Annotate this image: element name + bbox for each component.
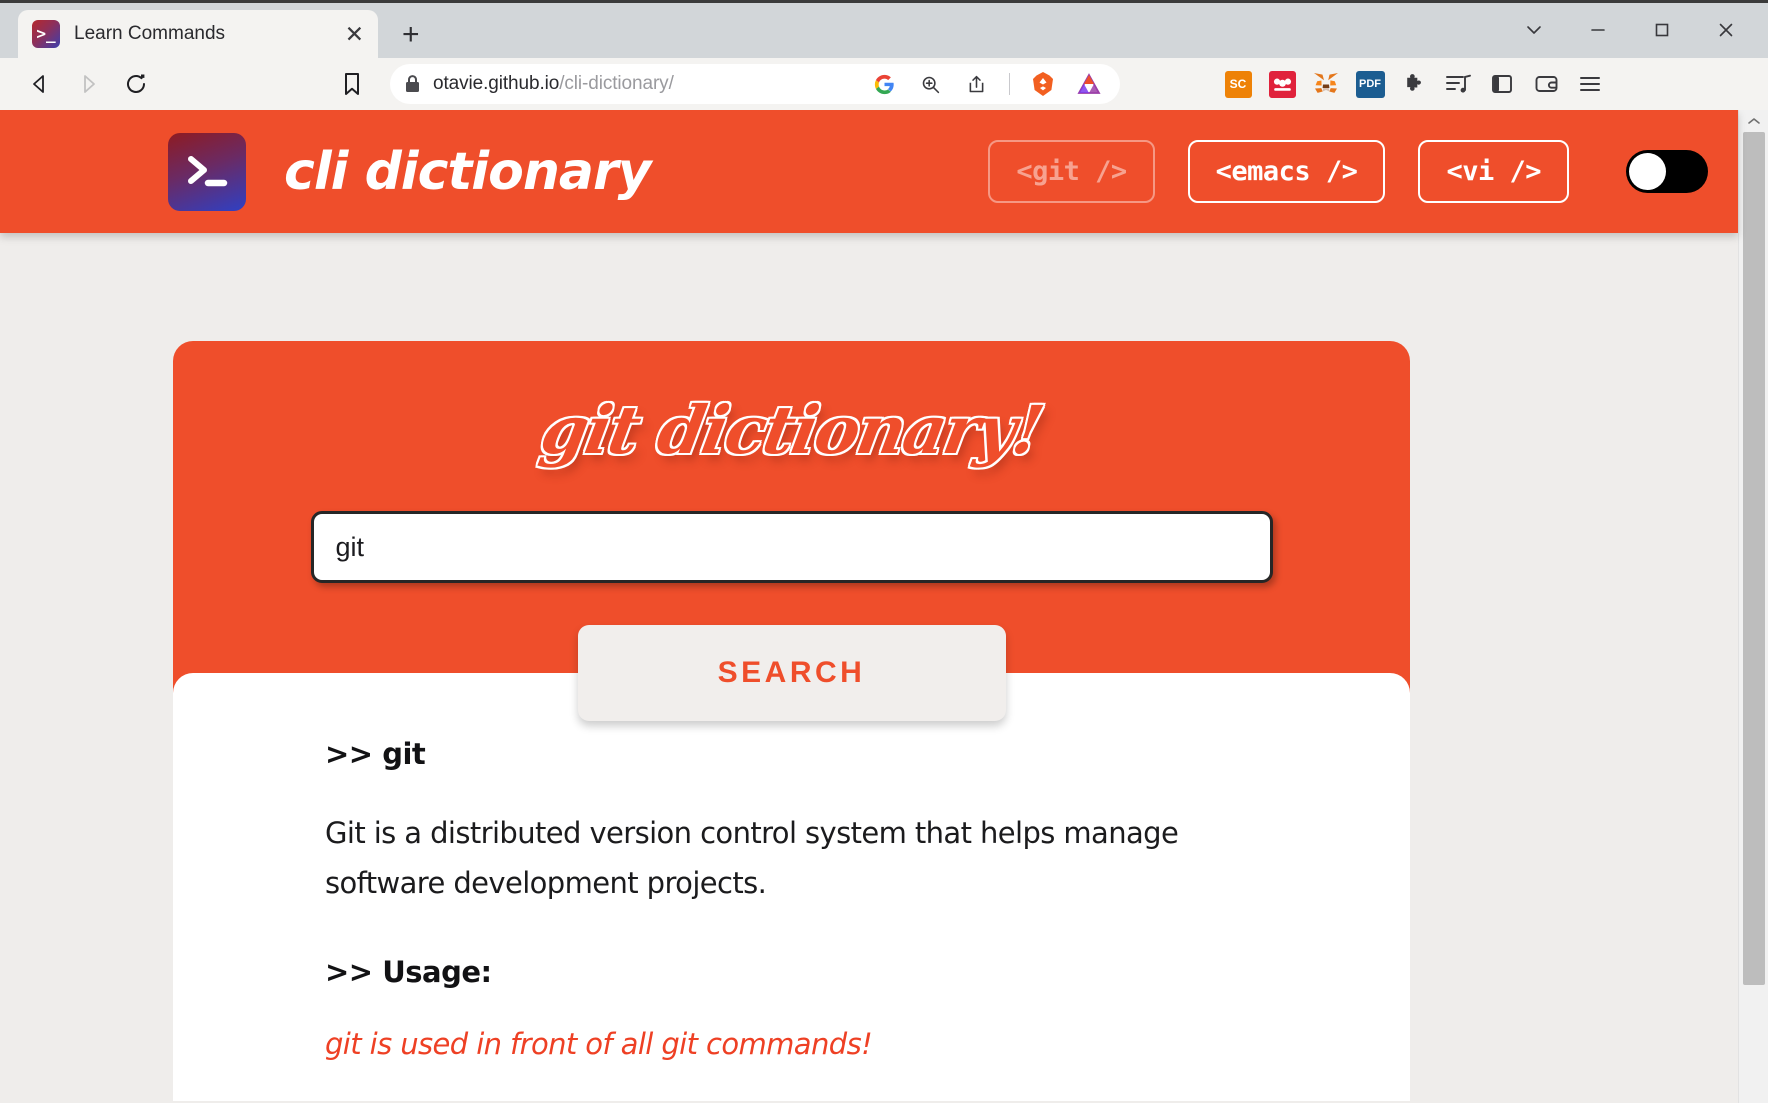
minimize-icon[interactable]: [1566, 9, 1630, 51]
reload-icon[interactable]: [112, 64, 160, 104]
result-panel: >> git Git is a distributed version cont…: [173, 673, 1410, 1101]
result-description: Git is a distributed version control sys…: [325, 816, 1179, 900]
terminal-logo-icon[interactable]: [168, 132, 246, 211]
wallet-icon[interactable]: [1524, 64, 1568, 104]
tab-title: Learn Commands: [74, 23, 226, 44]
extensions-puzzle-icon[interactable]: [1392, 64, 1436, 104]
nav-item-git[interactable]: <git />: [988, 140, 1155, 203]
playlist-icon[interactable]: [1436, 64, 1480, 104]
search-input[interactable]: [310, 511, 1273, 583]
sc-extension-icon[interactable]: SC: [1216, 64, 1260, 104]
url-path: /cli-dictionary/: [559, 73, 674, 94]
url-domain: otavie.github.io: [433, 73, 560, 94]
chevron-down-icon[interactable]: [1502, 9, 1566, 51]
back-arrow-icon[interactable]: [16, 64, 64, 104]
result-usage-heading: >> Usage:: [325, 954, 492, 989]
search-card: git dictionary! SEARCH >> git Git is a d…: [173, 341, 1410, 1101]
site-brand: cli dictionary: [284, 141, 652, 202]
main-menu-icon[interactable]: [1568, 64, 1612, 104]
bat-triangle-icon[interactable]: [1072, 72, 1106, 96]
site-header: cli dictionary <git /> <emacs /> <vi />: [0, 110, 1738, 233]
lock-icon: [404, 74, 421, 94]
forward-arrow-icon: [64, 64, 112, 104]
main-card-wrapper: git dictionary! SEARCH >> git Git is a d…: [0, 233, 1738, 1101]
browser-toolbar: otavie.github.io/cli-dictionary/ SC PDF: [0, 58, 1768, 110]
maximize-icon[interactable]: [1630, 9, 1694, 51]
scroll-up-icon[interactable]: [1739, 110, 1768, 132]
brave-lion-icon[interactable]: [1026, 71, 1060, 97]
url-text: otavie.github.io/cli-dictionary/: [433, 73, 855, 95]
close-icon[interactable]: ✕: [345, 22, 364, 46]
browser-window: >_ Learn Commands ✕ + otavie.github.io/c…: [0, 0, 1768, 1103]
close-window-icon[interactable]: [1694, 9, 1758, 51]
nav-item-vi[interactable]: <vi />: [1418, 140, 1569, 203]
extensions-strip: SC PDF: [1130, 64, 1612, 104]
page-viewport: cli dictionary <git /> <emacs /> <vi /> …: [0, 110, 1768, 1103]
toggle-knob: [1629, 153, 1666, 190]
metamask-extension-icon[interactable]: [1304, 64, 1348, 104]
nav-item-emacs[interactable]: <emacs />: [1187, 140, 1386, 203]
scrollbar-thumb[interactable]: [1743, 132, 1765, 985]
page-scrollbar[interactable]: [1738, 110, 1768, 1103]
mendeley-extension-icon[interactable]: [1260, 64, 1304, 104]
terminal-icon: >_: [32, 20, 60, 48]
site-nav: <git /> <emacs /> <vi />: [988, 140, 1708, 203]
search-button[interactable]: SEARCH: [577, 625, 1006, 721]
zoom-icon[interactable]: [913, 74, 947, 95]
browser-titlebar: >_ Learn Commands ✕ +: [0, 0, 1768, 58]
pdf-extension-icon[interactable]: PDF: [1348, 64, 1392, 104]
window-controls: [1502, 9, 1758, 51]
dark-mode-toggle[interactable]: [1626, 150, 1708, 193]
address-bar[interactable]: otavie.github.io/cli-dictionary/: [390, 64, 1120, 104]
bookmark-icon[interactable]: [328, 64, 376, 104]
toolbar-divider: [1009, 73, 1010, 95]
result-command-heading: >> git: [325, 737, 426, 771]
google-icon[interactable]: [867, 74, 901, 95]
sidebar-toggle-icon[interactable]: [1480, 64, 1524, 104]
result-usage-text: git is used in front of all git commands…: [325, 1026, 873, 1061]
share-icon[interactable]: [959, 74, 993, 95]
page-content: cli dictionary <git /> <emacs /> <vi /> …: [0, 110, 1738, 1101]
browser-tab[interactable]: >_ Learn Commands ✕: [18, 10, 378, 58]
new-tab-button[interactable]: +: [402, 20, 420, 50]
card-title: git dictionary!: [535, 391, 1048, 469]
